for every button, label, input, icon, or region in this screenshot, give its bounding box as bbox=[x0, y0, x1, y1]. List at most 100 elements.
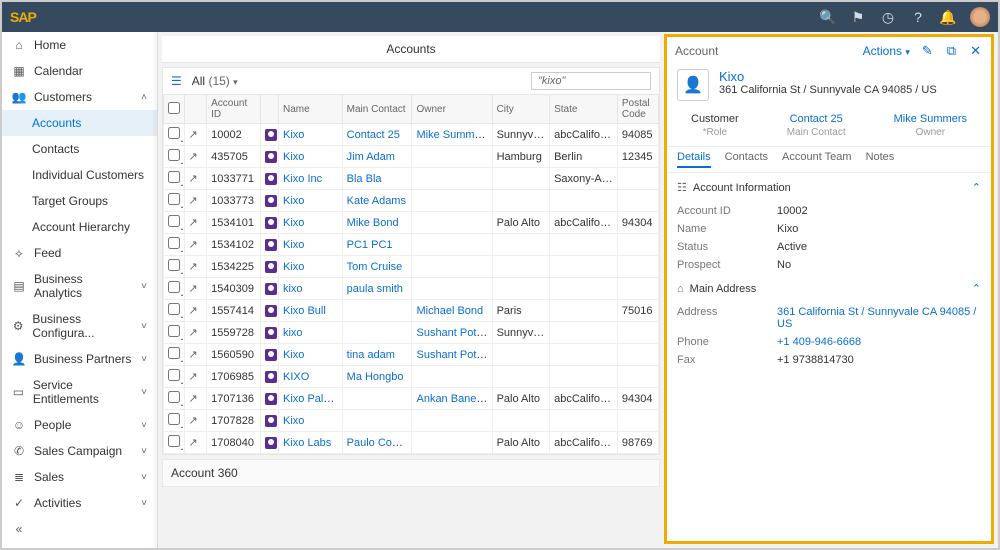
column-header[interactable]: State bbox=[550, 95, 618, 124]
row-checkbox[interactable] bbox=[168, 237, 180, 249]
cell-owner[interactable]: Ankan Banerjee bbox=[416, 393, 492, 405]
history-icon[interactable]: ◷ bbox=[880, 9, 896, 25]
help-icon[interactable]: ? bbox=[910, 9, 926, 25]
table-row[interactable]: ↗1534225KixoTom Cruise bbox=[164, 256, 659, 278]
column-header[interactable] bbox=[184, 95, 207, 124]
sidebar-item[interactable]: 👤Business Partners˅ bbox=[2, 346, 157, 372]
open-row-icon[interactable]: ↗ bbox=[189, 217, 198, 229]
row-checkbox[interactable] bbox=[168, 193, 180, 205]
row-checkbox[interactable] bbox=[168, 369, 180, 381]
cell-main-contact[interactable]: tina adam bbox=[347, 349, 395, 361]
sidebar-item[interactable]: ▦Calendar bbox=[2, 58, 157, 84]
sidebar-subitem[interactable]: Contacts bbox=[2, 136, 157, 162]
close-icon[interactable]: ✕ bbox=[968, 43, 983, 59]
filter-label[interactable]: All (15) ▾ bbox=[192, 74, 238, 88]
field-value[interactable]: 361 California St / Sunnyvale CA 94085 /… bbox=[777, 306, 981, 330]
cell-owner[interactable]: Sushant Potdar bbox=[416, 327, 492, 339]
notification-icon[interactable]: 🔔 bbox=[940, 9, 956, 25]
detail-tab[interactable]: Details bbox=[677, 151, 711, 168]
cell-name[interactable]: Kixo bbox=[283, 415, 304, 427]
row-checkbox[interactable] bbox=[168, 171, 180, 183]
table-row[interactable]: ↗1706985KIXOMa Hongbo bbox=[164, 366, 659, 388]
row-checkbox[interactable] bbox=[168, 259, 180, 271]
sidebar-subitem[interactable]: Individual Customers bbox=[2, 162, 157, 188]
open-row-icon[interactable]: ↗ bbox=[189, 239, 198, 251]
cell-name[interactable]: Kixo bbox=[283, 349, 304, 361]
table-row[interactable]: ↗1560590Kixotina adamSushant Potdar bbox=[164, 344, 659, 366]
detail-tab[interactable]: Account Team bbox=[782, 151, 852, 168]
sidebar-item[interactable]: ≣Sales˅ bbox=[2, 464, 157, 490]
open-row-icon[interactable]: ↗ bbox=[189, 151, 198, 163]
table-row[interactable]: ↗1708040Kixo LabsPaulo CoelhoPalo Altoab… bbox=[164, 432, 659, 454]
cell-main-contact[interactable]: Mike Bond bbox=[347, 217, 399, 229]
sidebar-item[interactable]: ⟡Feed bbox=[2, 240, 157, 266]
collapse-sidebar[interactable]: « bbox=[2, 516, 157, 542]
open-row-icon[interactable]: ↗ bbox=[189, 129, 198, 141]
row-checkbox[interactable] bbox=[168, 149, 180, 161]
detail-tab[interactable]: Notes bbox=[866, 151, 895, 168]
sidebar-item[interactable]: ▭Service Entitlements˅ bbox=[2, 372, 157, 412]
column-header[interactable] bbox=[260, 95, 278, 124]
table-row[interactable]: ↗1033773KixoKate Adams bbox=[164, 190, 659, 212]
cell-name[interactable]: kixo bbox=[283, 283, 303, 295]
sidebar-item[interactable]: ⚙Business Configura...˅ bbox=[2, 306, 157, 346]
cell-main-contact[interactable]: Tom Cruise bbox=[347, 261, 403, 273]
row-checkbox[interactable] bbox=[168, 325, 180, 337]
sidebar-subitem[interactable]: Account Hierarchy bbox=[2, 214, 157, 240]
search-icon[interactable]: 🔍 bbox=[820, 9, 836, 25]
cell-name[interactable]: Kixo bbox=[283, 129, 304, 141]
cell-name[interactable]: Kixo Palo ... bbox=[283, 393, 342, 405]
cell-main-contact[interactable]: Paulo Coelho bbox=[347, 437, 412, 449]
detail-tab[interactable]: Contacts bbox=[725, 151, 768, 168]
open-row-icon[interactable]: ↗ bbox=[189, 173, 198, 185]
table-row[interactable]: ↗1534102KixoPC1 PC1 bbox=[164, 234, 659, 256]
field-value[interactable]: +1 409-946-6668 bbox=[777, 336, 981, 348]
cell-name[interactable]: kixo bbox=[283, 327, 303, 339]
open-row-icon[interactable]: ↗ bbox=[189, 283, 198, 295]
table-row[interactable]: ↗435705KixoJim AdamHamburgBerlin12345 bbox=[164, 146, 659, 168]
edit-icon[interactable]: ✎ bbox=[920, 43, 935, 59]
open-row-icon[interactable]: ↗ bbox=[189, 371, 198, 383]
cell-name[interactable]: Kixo bbox=[283, 217, 304, 229]
column-header[interactable] bbox=[164, 95, 185, 124]
open-icon[interactable]: ⧉ bbox=[945, 43, 958, 59]
row-checkbox[interactable] bbox=[168, 413, 180, 425]
cell-main-contact[interactable]: Contact 25 bbox=[347, 129, 400, 141]
row-checkbox[interactable] bbox=[168, 281, 180, 293]
cell-name[interactable]: Kixo bbox=[283, 239, 304, 251]
search-input[interactable] bbox=[531, 72, 651, 90]
sidebar-item[interactable]: ✆Sales Campaign˅ bbox=[2, 438, 157, 464]
chevron-up-icon[interactable]: ⌃ bbox=[972, 282, 981, 295]
cell-main-contact[interactable]: Ma Hongbo bbox=[347, 371, 404, 383]
cell-main-contact[interactable]: Kate Adams bbox=[347, 195, 406, 207]
table-row[interactable]: ↗1540309kixopaula smith bbox=[164, 278, 659, 300]
open-row-icon[interactable]: ↗ bbox=[189, 327, 198, 339]
cell-main-contact[interactable]: PC1 PC1 bbox=[347, 239, 393, 251]
cell-name[interactable]: Kixo bbox=[283, 195, 304, 207]
actions-menu[interactable]: Actions ▾ bbox=[863, 44, 910, 58]
cell-name[interactable]: Kixo Inc bbox=[283, 173, 322, 185]
sidebar-item[interactable]: ⌂Home bbox=[2, 32, 157, 58]
column-header[interactable]: City bbox=[492, 95, 550, 124]
table-row[interactable]: ↗10002KixoContact 25Mike SummersSunnyval… bbox=[164, 124, 659, 146]
account-name[interactable]: Kixo bbox=[719, 69, 937, 84]
row-checkbox[interactable] bbox=[168, 391, 180, 403]
column-header[interactable]: Account ID bbox=[207, 95, 260, 124]
header-facet[interactable]: Contact 25Main Contact bbox=[787, 113, 846, 138]
section-account-info[interactable]: ☷ Account Information ⌃ bbox=[667, 173, 991, 202]
column-header[interactable]: Name bbox=[278, 95, 342, 124]
sidebar-item[interactable]: ▤Business Analytics˅ bbox=[2, 266, 157, 306]
header-facet[interactable]: Mike SummersOwner bbox=[894, 113, 967, 138]
cell-name[interactable]: Kixo Labs bbox=[283, 437, 331, 449]
table-row[interactable]: ↗1557414Kixo BullMichael BondParis75016 bbox=[164, 300, 659, 322]
sidebar-item[interactable]: ☺People˅ bbox=[2, 412, 157, 438]
sidebar-subitem[interactable]: Accounts bbox=[2, 110, 157, 136]
chevron-up-icon[interactable]: ⌃ bbox=[972, 181, 981, 194]
cell-main-contact[interactable]: Bla Bla bbox=[347, 173, 382, 185]
open-row-icon[interactable]: ↗ bbox=[189, 393, 198, 405]
open-row-icon[interactable]: ↗ bbox=[189, 415, 198, 427]
row-checkbox[interactable] bbox=[168, 347, 180, 359]
select-all-checkbox[interactable] bbox=[168, 102, 180, 114]
sidebar-subitem[interactable]: Target Groups bbox=[2, 188, 157, 214]
cell-name[interactable]: Kixo bbox=[283, 151, 304, 163]
